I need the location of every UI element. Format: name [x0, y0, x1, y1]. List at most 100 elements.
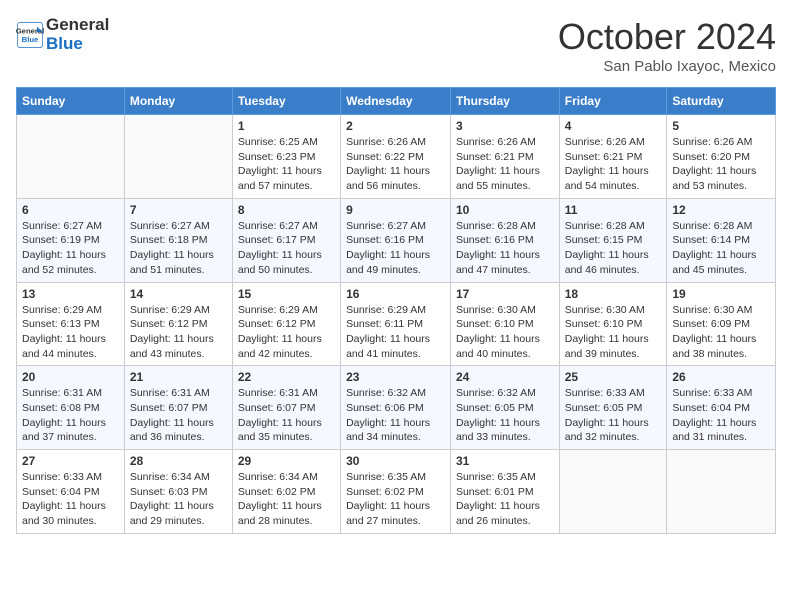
day-number: 28 [130, 454, 227, 468]
day-number: 21 [130, 370, 227, 384]
day-number: 7 [130, 203, 227, 217]
calendar-week-row: 20 Sunrise: 6:31 AM Sunset: 6:08 PM Dayli… [17, 366, 776, 450]
day-info: Sunrise: 6:35 AM Sunset: 6:01 PM Dayligh… [456, 470, 554, 529]
day-info: Sunrise: 6:28 AM Sunset: 6:15 PM Dayligh… [565, 219, 662, 278]
calendar-table: SundayMondayTuesdayWednesdayThursdayFrid… [16, 87, 776, 534]
calendar-cell: 2 Sunrise: 6:26 AM Sunset: 6:22 PM Daylig… [341, 115, 451, 199]
day-number: 20 [22, 370, 119, 384]
day-info: Sunrise: 6:26 AM Sunset: 6:21 PM Dayligh… [565, 135, 662, 194]
day-info: Sunrise: 6:31 AM Sunset: 6:07 PM Dayligh… [130, 386, 227, 445]
day-number: 18 [565, 287, 662, 301]
col-header-thursday: Thursday [450, 88, 559, 115]
day-number: 10 [456, 203, 554, 217]
day-info: Sunrise: 6:29 AM Sunset: 6:11 PM Dayligh… [346, 303, 445, 362]
day-info: Sunrise: 6:34 AM Sunset: 6:02 PM Dayligh… [238, 470, 335, 529]
day-number: 2 [346, 119, 445, 133]
day-info: Sunrise: 6:28 AM Sunset: 6:14 PM Dayligh… [672, 219, 770, 278]
calendar-cell: 4 Sunrise: 6:26 AM Sunset: 6:21 PM Daylig… [559, 115, 667, 199]
logo-icon: General Blue [16, 21, 44, 49]
col-header-wednesday: Wednesday [341, 88, 451, 115]
calendar-cell: 17 Sunrise: 6:30 AM Sunset: 6:10 PM Dayli… [450, 282, 559, 366]
day-info: Sunrise: 6:30 AM Sunset: 6:10 PM Dayligh… [456, 303, 554, 362]
col-header-friday: Friday [559, 88, 667, 115]
day-info: Sunrise: 6:32 AM Sunset: 6:06 PM Dayligh… [346, 386, 445, 445]
calendar-week-row: 1 Sunrise: 6:25 AM Sunset: 6:23 PM Daylig… [17, 115, 776, 199]
calendar-cell: 5 Sunrise: 6:26 AM Sunset: 6:20 PM Daylig… [667, 115, 776, 199]
calendar-cell: 31 Sunrise: 6:35 AM Sunset: 6:01 PM Dayli… [450, 450, 559, 534]
day-number: 22 [238, 370, 335, 384]
day-info: Sunrise: 6:27 AM Sunset: 6:18 PM Dayligh… [130, 219, 227, 278]
day-info: Sunrise: 6:31 AM Sunset: 6:08 PM Dayligh… [22, 386, 119, 445]
day-number: 14 [130, 287, 227, 301]
calendar-cell: 14 Sunrise: 6:29 AM Sunset: 6:12 PM Dayli… [124, 282, 232, 366]
day-number: 29 [238, 454, 335, 468]
col-header-tuesday: Tuesday [232, 88, 340, 115]
calendar-cell: 9Sunrise: 6:27 AM Sunset: 6:16 PM Daylig… [341, 198, 451, 282]
day-info: Sunrise: 6:32 AM Sunset: 6:05 PM Dayligh… [456, 386, 554, 445]
calendar-cell: 15 Sunrise: 6:29 AM Sunset: 6:12 PM Dayli… [232, 282, 340, 366]
calendar-cell: 25 Sunrise: 6:33 AM Sunset: 6:05 PM Dayli… [559, 366, 667, 450]
day-info: Sunrise: 6:30 AM Sunset: 6:09 PM Dayligh… [672, 303, 770, 362]
day-number: 31 [456, 454, 554, 468]
day-number: 9 [346, 203, 445, 217]
day-info: Sunrise: 6:25 AM Sunset: 6:23 PM Dayligh… [238, 135, 335, 194]
day-number: 13 [22, 287, 119, 301]
day-number: 8 [238, 203, 335, 217]
day-number: 30 [346, 454, 445, 468]
calendar-week-row: 27 Sunrise: 6:33 AM Sunset: 6:04 PM Dayli… [17, 450, 776, 534]
day-info: Sunrise: 6:26 AM Sunset: 6:21 PM Dayligh… [456, 135, 554, 194]
day-number: 5 [672, 119, 770, 133]
calendar-cell [124, 115, 232, 199]
calendar-cell: 12 Sunrise: 6:28 AM Sunset: 6:14 PM Dayli… [667, 198, 776, 282]
day-number: 26 [672, 370, 770, 384]
calendar-cell: 6Sunrise: 6:27 AM Sunset: 6:19 PM Daylig… [17, 198, 125, 282]
day-info: Sunrise: 6:26 AM Sunset: 6:22 PM Dayligh… [346, 135, 445, 194]
location-subtitle: San Pablo Ixayoc, Mexico [558, 58, 776, 75]
calendar-cell: 7 Sunrise: 6:27 AM Sunset: 6:18 PM Daylig… [124, 198, 232, 282]
calendar-cell: 20 Sunrise: 6:31 AM Sunset: 6:08 PM Dayli… [17, 366, 125, 450]
calendar-cell: 1 Sunrise: 6:25 AM Sunset: 6:23 PM Daylig… [232, 115, 340, 199]
day-info: Sunrise: 6:29 AM Sunset: 6:12 PM Dayligh… [130, 303, 227, 362]
day-number: 25 [565, 370, 662, 384]
calendar-cell: 21 Sunrise: 6:31 AM Sunset: 6:07 PM Dayli… [124, 366, 232, 450]
day-info: Sunrise: 6:31 AM Sunset: 6:07 PM Dayligh… [238, 386, 335, 445]
calendar-cell [559, 450, 667, 534]
day-number: 1 [238, 119, 335, 133]
day-number: 23 [346, 370, 445, 384]
logo: General Blue General Blue [16, 16, 109, 53]
day-number: 24 [456, 370, 554, 384]
day-number: 19 [672, 287, 770, 301]
col-header-sunday: Sunday [17, 88, 125, 115]
calendar-cell: 10Sunrise: 6:28 AM Sunset: 6:16 PM Dayli… [450, 198, 559, 282]
calendar-cell: 28Sunrise: 6:34 AM Sunset: 6:03 PM Dayli… [124, 450, 232, 534]
calendar-cell: 26 Sunrise: 6:33 AM Sunset: 6:04 PM Dayli… [667, 366, 776, 450]
calendar-cell: 13 Sunrise: 6:29 AM Sunset: 6:13 PM Dayli… [17, 282, 125, 366]
col-header-monday: Monday [124, 88, 232, 115]
day-number: 11 [565, 203, 662, 217]
day-number: 3 [456, 119, 554, 133]
calendar-cell: 23 Sunrise: 6:32 AM Sunset: 6:06 PM Dayli… [341, 366, 451, 450]
calendar-cell: 16 Sunrise: 6:29 AM Sunset: 6:11 PM Dayli… [341, 282, 451, 366]
day-info: Sunrise: 6:29 AM Sunset: 6:13 PM Dayligh… [22, 303, 119, 362]
page-header: General Blue General Blue October 2024 S… [16, 16, 776, 75]
calendar-cell: 18 Sunrise: 6:30 AM Sunset: 6:10 PM Dayli… [559, 282, 667, 366]
calendar-cell: 22 Sunrise: 6:31 AM Sunset: 6:07 PM Dayli… [232, 366, 340, 450]
day-info: Sunrise: 6:33 AM Sunset: 6:05 PM Dayligh… [565, 386, 662, 445]
calendar-cell: 19 Sunrise: 6:30 AM Sunset: 6:09 PM Dayli… [667, 282, 776, 366]
day-number: 12 [672, 203, 770, 217]
day-number: 16 [346, 287, 445, 301]
day-number: 15 [238, 287, 335, 301]
day-info: Sunrise: 6:27 AM Sunset: 6:19 PM Dayligh… [22, 219, 119, 278]
day-number: 27 [22, 454, 119, 468]
svg-text:Blue: Blue [22, 35, 39, 44]
day-info: Sunrise: 6:29 AM Sunset: 6:12 PM Dayligh… [238, 303, 335, 362]
calendar-cell: 29 Sunrise: 6:34 AM Sunset: 6:02 PM Dayli… [232, 450, 340, 534]
day-number: 4 [565, 119, 662, 133]
month-title: October 2024 [558, 16, 776, 58]
day-info: Sunrise: 6:33 AM Sunset: 6:04 PM Dayligh… [672, 386, 770, 445]
day-info: Sunrise: 6:26 AM Sunset: 6:20 PM Dayligh… [672, 135, 770, 194]
day-number: 17 [456, 287, 554, 301]
day-info: Sunrise: 6:30 AM Sunset: 6:10 PM Dayligh… [565, 303, 662, 362]
day-info: Sunrise: 6:27 AM Sunset: 6:17 PM Dayligh… [238, 219, 335, 278]
day-info: Sunrise: 6:33 AM Sunset: 6:04 PM Dayligh… [22, 470, 119, 529]
